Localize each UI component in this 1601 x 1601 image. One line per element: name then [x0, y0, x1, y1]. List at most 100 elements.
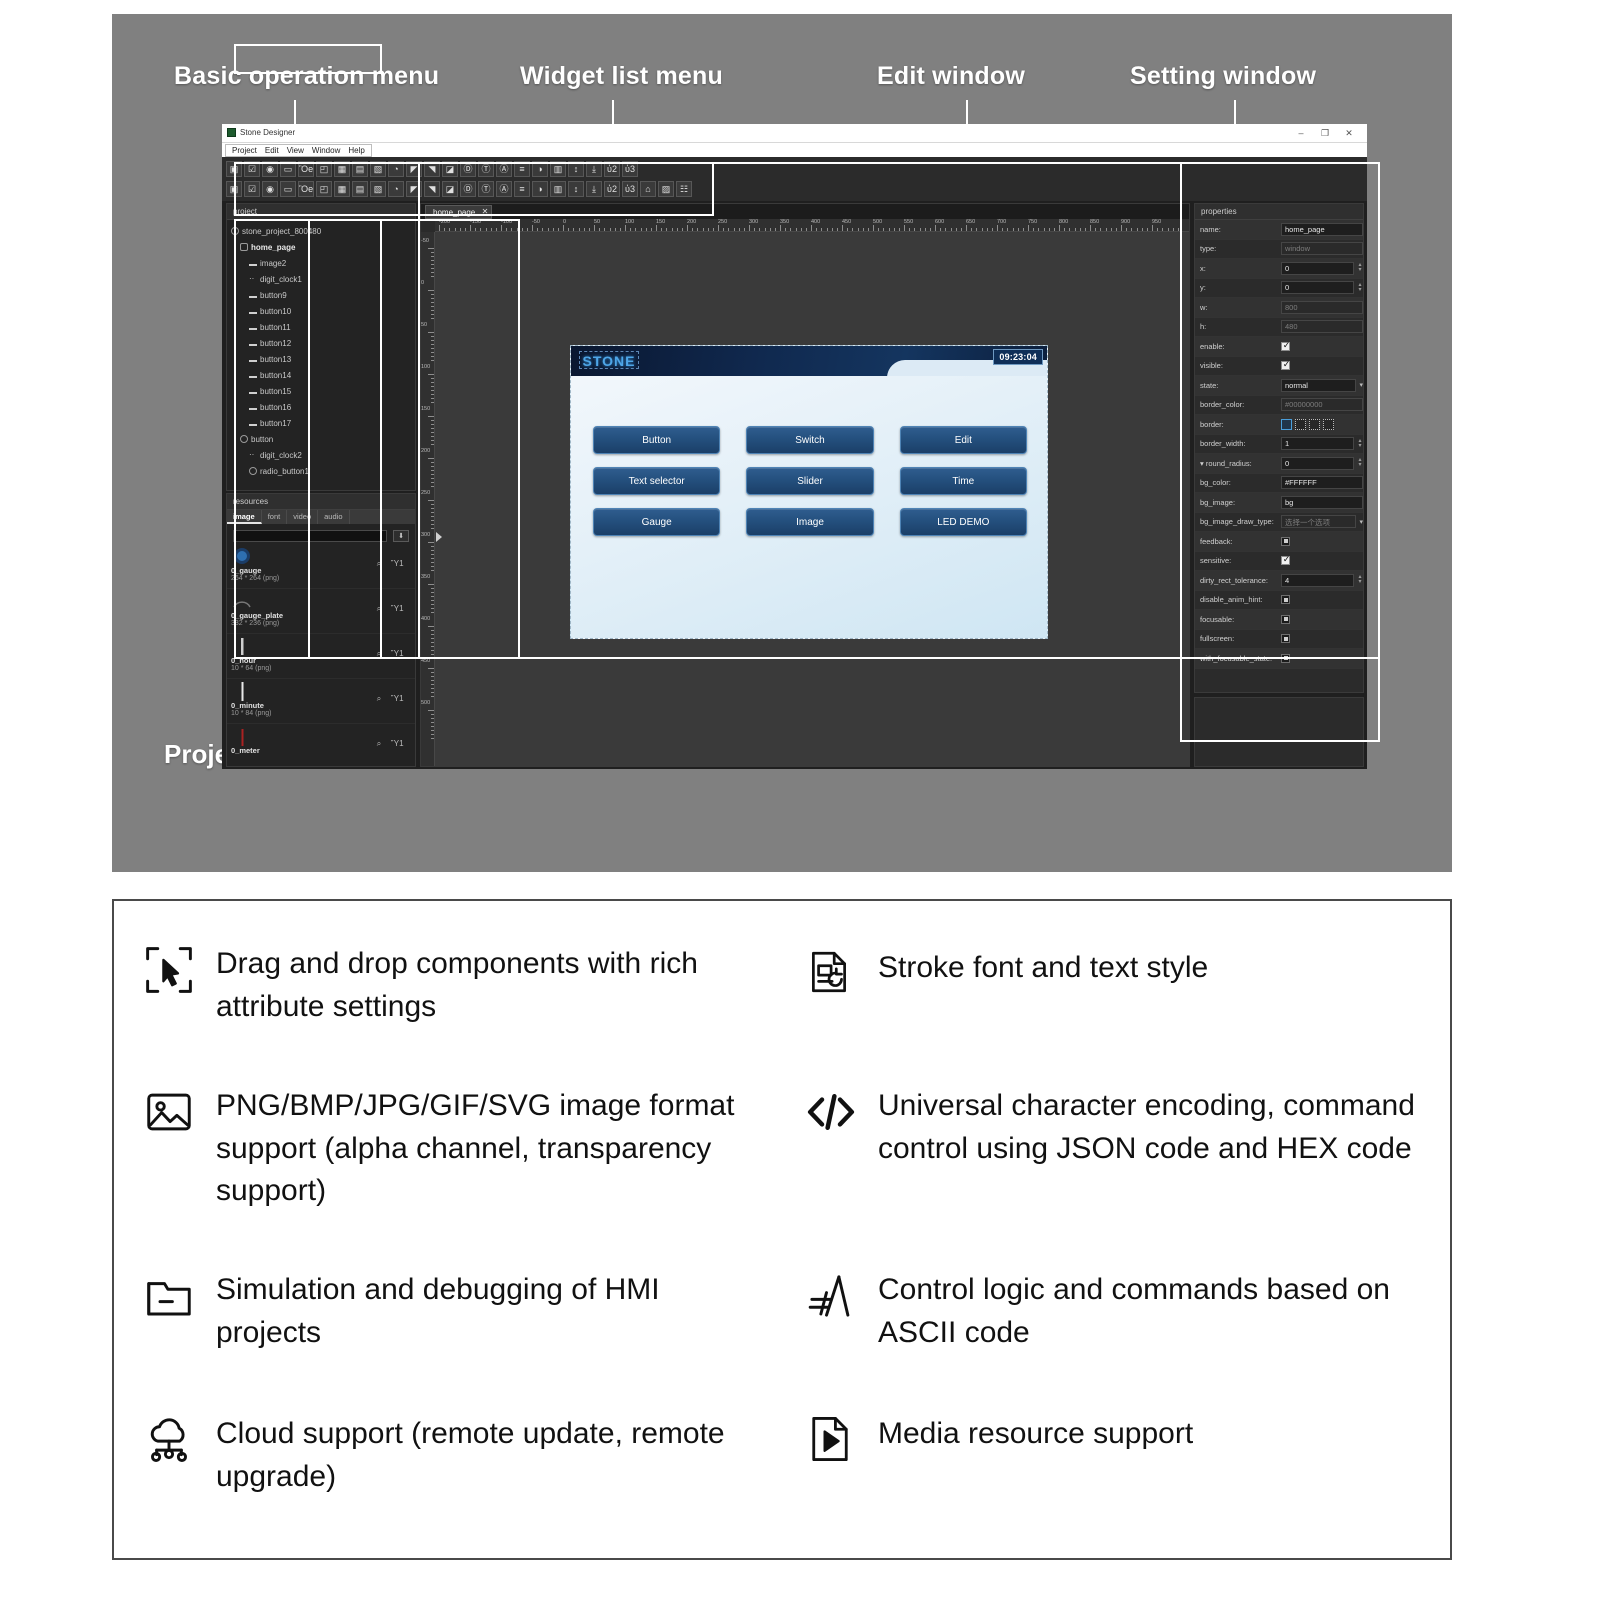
- select-tool-icon[interactable]: ▣: [226, 161, 242, 177]
- property-row[interactable]: with_focusable_state:: [1195, 649, 1363, 669]
- edit-window-panel[interactable]: home_page ✕ -200 -150 -100 -50 0 50 100 150 200 2…: [420, 203, 1190, 767]
- slide-view-icon[interactable]: ▥: [550, 181, 566, 197]
- progress-circle-icon[interactable]: ◑: [532, 161, 548, 177]
- menu-item-help[interactable]: Help: [344, 146, 368, 155]
- property-row[interactable]: type: window: [1195, 239, 1363, 259]
- property-row[interactable]: state: normal ▾: [1195, 376, 1363, 396]
- group-box-icon[interactable]: ▥: [550, 161, 566, 177]
- property-value[interactable]: [1277, 536, 1363, 546]
- hmi-digit-clock[interactable]: 09:23:04: [993, 349, 1043, 365]
- chevron-down-icon[interactable]: ▾: [1359, 381, 1363, 389]
- hmi-button-button[interactable]: Button: [593, 426, 721, 454]
- image-animation-icon[interactable]: ▦: [334, 161, 350, 177]
- property-select[interactable]: 选择一个选项: [1281, 515, 1357, 529]
- resource-search-row[interactable]: ⬇: [227, 524, 415, 544]
- property-row[interactable]: w: 800: [1195, 298, 1363, 318]
- property-text-input[interactable]: 800: [1281, 300, 1363, 314]
- hmi-button-slider[interactable]: Slider: [746, 467, 874, 495]
- slider-icon[interactable]: ↕: [568, 161, 584, 177]
- resource-preview-icon[interactable]: ⌕: [373, 693, 385, 705]
- clock-icon[interactable]: ◤: [406, 181, 422, 197]
- resource-item[interactable]: 0_gauge 264 * 264 (png) ⌕ Ὕ1: [227, 544, 415, 589]
- property-row[interactable]: enable:: [1195, 337, 1363, 357]
- resource-add-button[interactable]: ⬇: [393, 530, 409, 542]
- design-canvas[interactable]: STONE 09:23:04 Button Switch Edit Text sele…: [435, 232, 1189, 766]
- spinner-stepper[interactable]: ▴ ▾: [1357, 457, 1363, 468]
- tree-node-button13[interactable]: button13: [231, 351, 415, 367]
- property-value[interactable]: window: [1277, 242, 1363, 256]
- table-icon[interactable]: Ⓐ: [496, 181, 512, 197]
- stone-designer-window[interactable]: Stone Designer – ❐ ✕ Project Edit View W…: [222, 124, 1367, 769]
- radio-button-widget-icon[interactable]: ◉: [262, 161, 278, 177]
- property-text-input[interactable]: home_page: [1281, 222, 1363, 236]
- property-value[interactable]: 0 ▴ ▾: [1277, 261, 1363, 275]
- border-style-swatch[interactable]: [1281, 418, 1292, 430]
- basic-operation-toolbar[interactable]: ▣ ☑ ◉ ▭ Ὃe ◰ ▦ ▤ ▧ ◔ ◤ ◥ ◪ Ⓓ Ⓣ Ⓐ ≡ ◑ ▥ ↕ ⤓ ὑ2 ὑ3: [226, 159, 638, 179]
- hmi-button-edit[interactable]: Edit: [899, 426, 1027, 454]
- tree-node-home_page[interactable]: home_page: [231, 239, 415, 255]
- tree-node-image2[interactable]: image2: [231, 255, 415, 271]
- resource-preview-icon[interactable]: ⌕: [373, 648, 385, 660]
- property-value[interactable]: [1277, 653, 1363, 663]
- spinner-stepper[interactable]: ▴ ▾: [1357, 574, 1363, 585]
- tree-node-button9[interactable]: button9: [231, 287, 415, 303]
- unlock-icon[interactable]: ὑ3: [622, 161, 638, 177]
- tree-node-radio_button1[interactable]: radio_button1: [231, 463, 415, 479]
- property-checkbox-checked[interactable]: [1281, 361, 1291, 371]
- button-group-icon[interactable]: ◉: [262, 181, 278, 197]
- property-row[interactable]: h: 480: [1195, 317, 1363, 337]
- download-icon[interactable]: ⤓: [586, 161, 602, 177]
- resource-delete-icon[interactable]: Ὕ1: [391, 603, 404, 615]
- image-widget-icon[interactable]: ◰: [316, 161, 332, 177]
- property-checkbox-unchecked[interactable]: [1281, 653, 1290, 663]
- grid-layout-icon[interactable]: ⤓: [586, 181, 602, 197]
- hmi-button-switch[interactable]: Switch: [746, 426, 874, 454]
- edit-widget-icon[interactable]: ◤: [406, 161, 422, 177]
- property-value[interactable]: #00000000: [1277, 398, 1363, 412]
- property-value[interactable]: #FFFFFF: [1277, 476, 1363, 490]
- color-picker-icon[interactable]: Ⓓ: [460, 181, 476, 197]
- resource-preview-icon[interactable]: ⌕: [373, 738, 385, 750]
- rows-icon[interactable]: ☷: [676, 181, 692, 197]
- resource-list-panel[interactable]: resources image font video audio ⬇ 0_gauge 2…: [226, 493, 416, 767]
- tree-node-button15[interactable]: button15: [231, 383, 415, 399]
- chevron-down-icon[interactable]: ▾: [1359, 518, 1363, 526]
- property-value[interactable]: [1277, 556, 1363, 566]
- property-row[interactable]: x: 0 ▴ ▾: [1195, 259, 1363, 279]
- resource-preview-icon[interactable]: ⌕: [373, 558, 385, 570]
- hmi-screen-preview[interactable]: STONE 09:23:04 Button Switch Edit Text sele…: [570, 345, 1048, 639]
- menu-item-edit[interactable]: Edit: [261, 146, 283, 155]
- property-value[interactable]: bg: [1277, 495, 1363, 509]
- property-row[interactable]: feedback:: [1195, 532, 1363, 552]
- tree-node-digit_clock1[interactable]: ·· digit_clock1: [231, 271, 415, 287]
- property-text-input[interactable]: 1: [1281, 437, 1354, 451]
- property-row[interactable]: bg_image: bg: [1195, 493, 1363, 513]
- grid-icon[interactable]: Ⓣ: [478, 181, 494, 197]
- spinner-stepper[interactable]: ▴ ▾: [1357, 438, 1363, 449]
- minimize-button[interactable]: –: [1293, 127, 1309, 140]
- tree-node-button17[interactable]: button17: [231, 415, 415, 431]
- overlay-icon[interactable]: ὑ3: [622, 181, 638, 197]
- menu-item-project[interactable]: Project: [228, 146, 261, 155]
- property-row[interactable]: bg_color: #FFFFFF: [1195, 473, 1363, 493]
- resource-delete-icon[interactable]: Ὕ1: [391, 648, 404, 660]
- property-text-input[interactable]: window: [1281, 242, 1363, 256]
- text-edit-icon[interactable]: ◪: [442, 161, 458, 177]
- image-value-icon[interactable]: ▤: [352, 161, 368, 177]
- property-value[interactable]: [1277, 418, 1363, 430]
- edit-tab-bar[interactable]: home_page ✕: [421, 204, 1189, 219]
- resource-item[interactable]: 0_minute 10 * 84 (png) ⌕ Ὕ1: [227, 679, 415, 724]
- property-value[interactable]: [1277, 634, 1363, 644]
- font-style-icon[interactable]: Ⓐ: [496, 161, 512, 177]
- project-list-panel[interactable]: project stone_project_800480 home_page ima…: [226, 203, 416, 491]
- property-checkbox-unchecked[interactable]: [1281, 595, 1290, 605]
- property-value[interactable]: 4 ▴ ▾: [1277, 573, 1363, 587]
- digit-clock-icon[interactable]: ◥: [424, 181, 440, 197]
- spinner-stepper[interactable]: ▴ ▾: [1357, 282, 1363, 293]
- tree-node-button12[interactable]: button12: [231, 335, 415, 351]
- lock-icon[interactable]: ὑ2: [604, 161, 620, 177]
- list-item-icon[interactable]: Ὃe: [298, 181, 314, 197]
- spinner-stepper[interactable]: ▴ ▾: [1357, 262, 1363, 273]
- hmi-button-time[interactable]: Time: [899, 467, 1027, 495]
- text-selector-icon[interactable]: Ⓣ: [478, 161, 494, 177]
